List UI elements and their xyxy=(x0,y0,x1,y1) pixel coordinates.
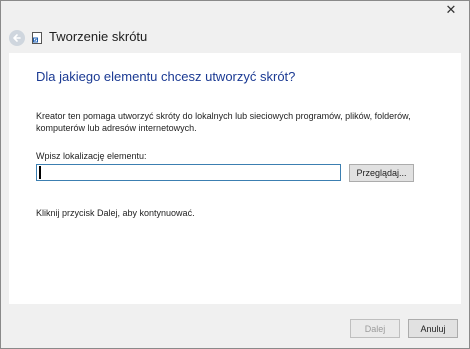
continue-hint: Kliknij przycisk Dalej, aby kontynuować. xyxy=(36,208,195,218)
cancel-button[interactable]: Anuluj xyxy=(408,319,458,338)
page-heading: Dla jakiego elementu chcesz utworzyć skr… xyxy=(36,69,296,84)
create-shortcut-window: ✕ Tworzenie skrótu Dla jakiego elementu … xyxy=(0,0,470,349)
browse-button-label: Przeglądaj... xyxy=(356,168,407,178)
shortcut-icon xyxy=(32,32,42,44)
wizard-page: Dla jakiego elementu chcesz utworzyć skr… xyxy=(9,53,461,304)
location-label: Wpisz lokalizację elementu: xyxy=(36,151,147,161)
text-caret xyxy=(39,166,41,179)
back-button[interactable] xyxy=(9,30,25,46)
page-description: Kreator ten pomaga utworzyć skróty do lo… xyxy=(36,111,411,133)
next-button[interactable]: Dalej xyxy=(350,319,400,338)
next-button-label: Dalej xyxy=(364,323,386,334)
window-title: Tworzenie skrótu xyxy=(49,29,148,44)
location-input[interactable] xyxy=(36,164,341,181)
browse-button[interactable]: Przeglądaj... xyxy=(349,164,414,182)
back-arrow-icon xyxy=(13,34,21,42)
title-bar: ✕ Tworzenie skrótu xyxy=(1,1,469,57)
close-icon: ✕ xyxy=(445,2,457,17)
cancel-button-label: Anuluj xyxy=(420,323,446,334)
close-button[interactable]: ✕ xyxy=(441,1,461,18)
